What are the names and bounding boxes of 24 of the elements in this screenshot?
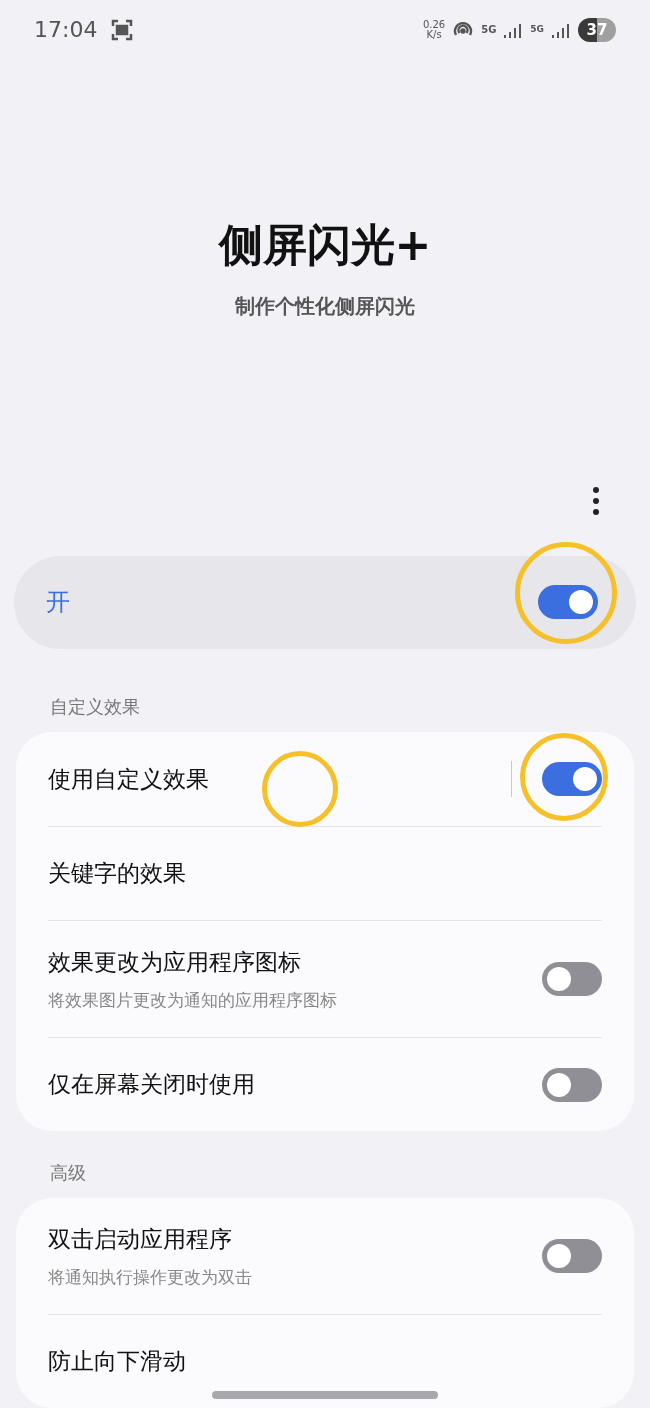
setting-label: 使用自定义效果: [48, 764, 209, 794]
settings-row[interactable]: 效果更改为应用程序图标 将效果图片更改为通知的应用程序图标: [48, 920, 602, 1037]
battery-indicator: 37: [578, 17, 616, 42]
setting-label: 双击启动应用程序: [48, 1225, 233, 1254]
network-type: 5G: [481, 24, 497, 35]
network-speed: 0.26 K/s: [422, 19, 446, 40]
clock: 17:04: [34, 16, 98, 45]
master-switch-bar[interactable]: 开: [14, 555, 636, 649]
settings-row[interactable]: 仅在屏幕关闭时使用: [48, 1037, 602, 1131]
setting-label: 关键字的效果: [48, 859, 186, 889]
setting-description: 将通知执行操作更改为双击: [48, 1265, 252, 1289]
section-header: 高级: [49, 1161, 87, 1185]
network-type: 5G: [530, 25, 544, 35]
setting-label: 效果更改为应用程序图标: [48, 948, 302, 977]
page-title: 侧屏闪光+: [217, 218, 433, 271]
settings-row[interactable]: 双击启动应用程序 将通知执行操作更改为双击: [48, 1198, 602, 1314]
master-switch-label: 开: [46, 587, 70, 619]
setting-label: 防止向下滑动: [48, 1347, 186, 1377]
page-subtitle: 制作个性化侧屏闪光: [234, 292, 416, 320]
setting-description: 将效果图片更改为通知的应用程序图标: [48, 988, 337, 1012]
setting-label: 仅在屏幕关闭时使用: [48, 1070, 255, 1100]
settings-row[interactable]: 使用自定义效果: [48, 732, 602, 826]
settings-row[interactable]: 关键字的效果: [48, 826, 602, 920]
section-header: 自定义效果: [49, 695, 141, 719]
